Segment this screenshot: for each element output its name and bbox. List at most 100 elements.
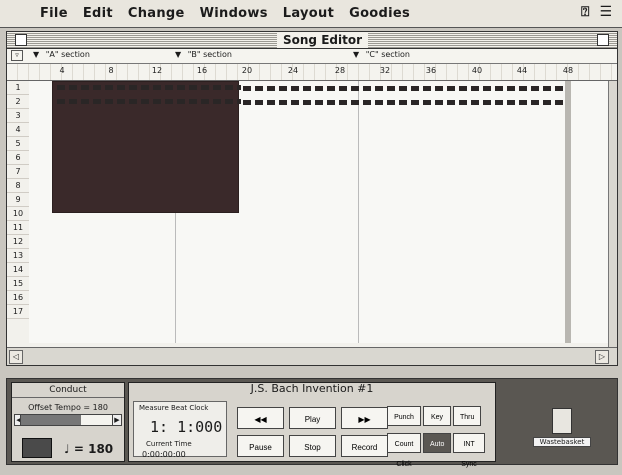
track-number: 11 [7, 221, 29, 235]
marker-triangle-icon: ▼ [33, 50, 40, 59]
current-time-label: Current Time [146, 440, 192, 448]
tempo-slider-thumb[interactable] [21, 415, 81, 425]
section-label-c: "C" section [365, 50, 411, 59]
track-number: 10 [7, 207, 29, 221]
menu-file[interactable]: File [40, 6, 68, 21]
track-number: 6 [7, 151, 29, 165]
conductor-title: Conduct [12, 383, 124, 398]
wastebasket[interactable]: Wastebasket [533, 408, 591, 458]
play-button[interactable]: Play [289, 407, 336, 429]
tempo-value: ♩ = 180 [64, 442, 113, 456]
tracks-area[interactable]: 1 2 3 4 5 6 7 8 9 10 11 12 13 14 15 16 1… [7, 81, 609, 343]
track-number: 12 [7, 235, 29, 249]
track-number: 8 [7, 179, 29, 193]
track-number: 5 [7, 137, 29, 151]
scroll-right-icon[interactable]: ▷ [595, 350, 609, 364]
menu-right-icons: ⍰ ☰ [581, 4, 612, 20]
thru-label: Thru [460, 414, 475, 421]
section-label-a: "A" section [45, 50, 90, 59]
zoom-box[interactable] [597, 34, 609, 46]
thru-button[interactable]: Thru 0 [453, 406, 481, 441]
ruler-tick: 44 [516, 66, 528, 75]
track-number: 15 [7, 277, 29, 291]
ruler-tick: 32 [379, 66, 391, 75]
current-time-value: 0:00:00:00 [142, 450, 186, 459]
rewind-button[interactable]: ◀◀ [237, 407, 284, 429]
horizontal-scrollbar[interactable]: ◁ ▷ [7, 347, 617, 365]
ruler-tick: 16 [196, 66, 208, 75]
key-button[interactable]: Key [423, 406, 451, 426]
ruler-tick: 4 [59, 66, 65, 75]
scroll-left-icon[interactable]: ◁ [9, 350, 23, 364]
track-number: 1 [7, 81, 29, 95]
track-number: 7 [7, 165, 29, 179]
record-button[interactable]: Record [341, 435, 388, 457]
wastebasket-label: Wastebasket [533, 437, 591, 447]
auto-rewind-button[interactable]: Auto [423, 433, 451, 453]
conductor-panel: Conduct Offset Tempo = 180 ◀ ▶ ♩ = 180 [11, 382, 125, 462]
tempo-slider-right-icon[interactable]: ▶ [112, 414, 122, 426]
punch-button[interactable]: Punch [387, 406, 421, 426]
track-number: 9 [7, 193, 29, 207]
int-sync-button[interactable]: INT Sync [453, 433, 485, 468]
menu-windows[interactable]: Windows [200, 6, 268, 21]
close-box[interactable] [15, 34, 27, 46]
menu-goodies[interactable]: Goodies [349, 6, 410, 21]
section-divider-b-c [358, 81, 359, 343]
section-marker-b[interactable]: ▼ "B" section [175, 50, 232, 59]
ruler-tick: 36 [425, 66, 437, 75]
vertical-scrollbar[interactable] [608, 81, 617, 347]
track-2-part-continued[interactable] [243, 100, 565, 105]
tempo-value-text: = 180 [73, 442, 114, 456]
counter-label: Measure Beat Clock [139, 404, 209, 412]
track-2-part[interactable] [57, 99, 241, 104]
stop-button[interactable]: Stop [289, 435, 336, 457]
song-editor-window: Song Editor ▿ ▼ "A" section ▼ "B" sectio… [6, 31, 618, 366]
ruler-tick: 28 [334, 66, 346, 75]
auto-label: Auto [430, 441, 445, 448]
marker-triangle-icon: ▼ [175, 50, 182, 59]
section-marker-a[interactable]: ▼ "A" section [33, 50, 90, 59]
conductor-track-icon[interactable] [22, 438, 52, 458]
marker-triangle-icon: ▼ [353, 50, 360, 59]
arrangement-grid[interactable] [29, 81, 609, 343]
trash-icon[interactable] [552, 408, 572, 434]
menu-change[interactable]: Change [128, 6, 185, 21]
song-end-marker [565, 81, 571, 343]
balloon-icon[interactable]: ☰ [599, 4, 612, 20]
help-icon[interactable]: ⍰ [581, 4, 589, 20]
ruler-tick: 40 [471, 66, 483, 75]
track-number: 2 [7, 95, 29, 109]
window-titlebar[interactable]: Song Editor [7, 32, 617, 49]
track-number: 4 [7, 123, 29, 137]
counter-value: 1: 1:000 [150, 418, 223, 436]
track-number: 3 [7, 109, 29, 123]
ruler-tick: 24 [287, 66, 299, 75]
track-1-part[interactable] [57, 85, 241, 90]
counter-display: Measure Beat Clock 1: 1:000 Current Time… [133, 401, 227, 459]
ruler-tick: 20 [241, 66, 253, 75]
transport-controls: J.S. Bach Invention #1 Measure Beat Cloc… [128, 382, 496, 468]
collapse-icon[interactable]: ▿ [11, 50, 23, 61]
measure-ruler[interactable]: 4 8 12 16 20 24 28 32 36 40 44 48 [7, 64, 617, 81]
tempo-slider[interactable] [20, 414, 114, 426]
menu-edit[interactable]: Edit [83, 6, 113, 21]
section-marker-c[interactable]: ▼ "C" section [353, 50, 410, 59]
section-marker-row: ▿ ▼ "A" section ▼ "B" section ▼ "C" sect… [7, 49, 617, 64]
track-number: 17 [7, 305, 29, 319]
fast-forward-button[interactable]: ▶▶ [341, 407, 388, 429]
song-title: J.S. Bach Invention #1 [250, 382, 374, 395]
track-number: 14 [7, 263, 29, 277]
track-number: 13 [7, 249, 29, 263]
quarter-note-icon: ♩ [64, 442, 70, 456]
menubar: File Edit Change Windows Layout Goodies … [0, 0, 622, 28]
ruler-tick: 12 [151, 66, 163, 75]
window-title: Song Editor [277, 32, 368, 48]
pause-button[interactable]: Pause [237, 435, 284, 457]
track-number: 16 [7, 291, 29, 305]
ruler-tick: 48 [562, 66, 574, 75]
menu-layout[interactable]: Layout [283, 6, 334, 21]
track-1-part-continued[interactable] [243, 86, 565, 91]
ruler-tick: 8 [108, 66, 114, 75]
count-click-button[interactable]: Count Click [387, 433, 421, 468]
